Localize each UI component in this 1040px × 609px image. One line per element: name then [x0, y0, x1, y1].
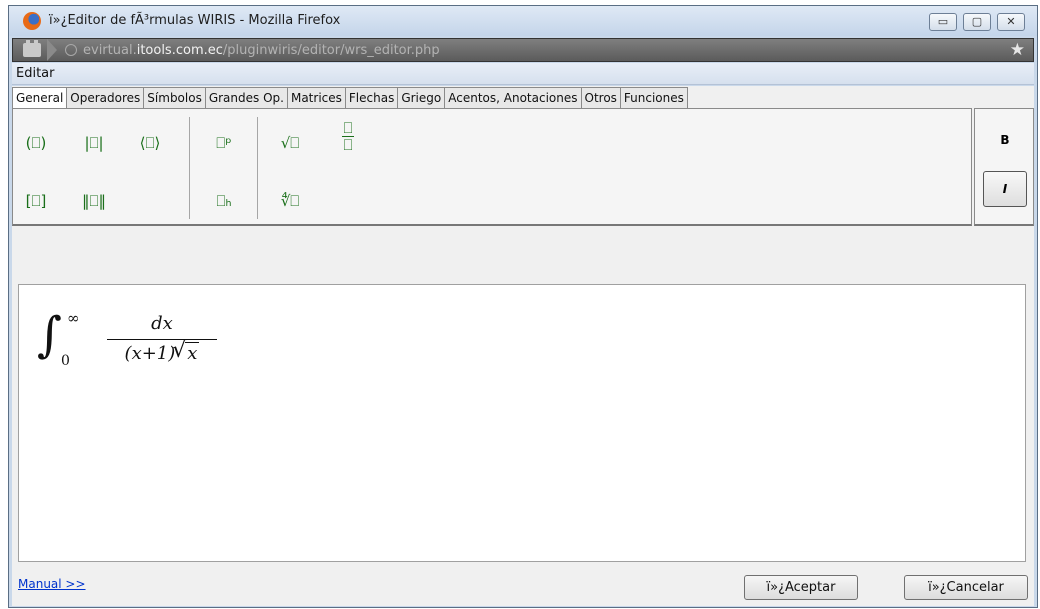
toolbar-separator	[257, 117, 258, 219]
tab-acentos[interactable]: Acentos, Anotaciones	[445, 87, 582, 109]
tab-matrices[interactable]: Matrices	[287, 87, 346, 109]
tab-general[interactable]: General	[12, 87, 68, 110]
integral-lower-limit: 0	[61, 353, 70, 369]
bookmark-star-icon[interactable]: ★	[1010, 40, 1025, 60]
manual-link[interactable]: Manual >>	[18, 577, 86, 591]
tab-otros[interactable]: Otros	[581, 87, 621, 109]
integral-upper-limit: ∞	[67, 309, 80, 327]
tab-operadores[interactable]: Operadores	[67, 87, 145, 109]
subscript-button[interactable]: ⎕ₕ	[207, 187, 241, 215]
square-root-button[interactable]: √⎕	[273, 129, 307, 157]
absolute-value-button[interactable]: |⎕|	[77, 129, 111, 157]
toolbar-general: (⎕) |⎕| ⟨⎕⟩ [⎕] ‖⎕‖ ⎕ᵖ ⎕ₕ √⎕ ∜⎕ ⎕ ⎕	[12, 108, 972, 226]
tab-grandes-op[interactable]: Grandes Op.	[205, 87, 288, 109]
integral-symbol: ∫	[37, 307, 63, 363]
tab-funciones[interactable]: Funciones	[620, 87, 688, 109]
denominator-sqrt: x	[172, 338, 200, 364]
minimize-button[interactable]: ▭	[929, 13, 957, 31]
tab-simbolos[interactable]: Símbolos	[144, 87, 206, 109]
url-prefix: evirtual.	[83, 43, 137, 58]
site-identity-arrow	[47, 39, 57, 61]
nth-root-button[interactable]: ∜⎕	[273, 187, 307, 215]
norm-button[interactable]: ‖⎕‖	[77, 187, 111, 215]
superscript-button[interactable]: ⎕ᵖ	[207, 129, 241, 157]
toolbar-separator	[189, 117, 190, 219]
url-domain: itools.com.ec	[136, 43, 223, 58]
italic-button[interactable]: I	[983, 171, 1027, 207]
menu-editar[interactable]: Editar	[16, 66, 55, 81]
fraction-numerator-box: ⎕	[343, 119, 353, 137]
fraction-denominator: (x+1) x	[107, 338, 217, 368]
parentheses-button[interactable]: (⎕)	[19, 129, 53, 157]
cancel-button[interactable]: ï»¿Cancelar	[904, 575, 1028, 600]
wiris-editor: General Operadores Símbolos Grandes Op. …	[12, 86, 1034, 606]
fraction-line	[107, 339, 217, 340]
bold-button[interactable]: B	[993, 129, 1017, 151]
close-button[interactable]: ✕	[997, 13, 1025, 31]
denominator-parenthesis: (x+1)	[124, 343, 176, 364]
globe-icon	[65, 44, 77, 56]
angle-brackets-button[interactable]: ⟨⎕⟩	[133, 129, 167, 157]
title-bar: ï»¿Editor de fÃ³rmulas WIRIS - Mozilla F…	[9, 6, 1037, 36]
accept-button[interactable]: ï»¿Aceptar	[744, 575, 858, 600]
window-title: ï»¿Editor de fÃ³rmulas WIRIS - Mozilla F…	[49, 13, 341, 28]
square-brackets-button[interactable]: [⎕]	[19, 187, 53, 215]
dialog-footer: Manual >> ï»¿Aceptar ï»¿Cancelar	[12, 568, 1034, 604]
tab-bar: General Operadores Símbolos Grandes Op. …	[12, 87, 688, 110]
tab-griego[interactable]: Griego	[398, 87, 446, 109]
menu-bar: Editar	[12, 63, 1034, 85]
firefox-logo-icon	[23, 12, 41, 30]
formula-editing-area[interactable]: ∫ ∞ 0 dx (x+1) x	[18, 284, 1026, 562]
fraction-button[interactable]: ⎕ ⎕	[331, 121, 365, 161]
page-icon	[23, 40, 41, 57]
browser-window: ï»¿Editor de fÃ³rmulas WIRIS - Mozilla F…	[8, 5, 1038, 608]
maximize-button[interactable]: ▢	[963, 13, 991, 31]
fraction-numerator: dx	[151, 313, 173, 334]
url-text[interactable]: evirtual.itools.com.ec/pluginwiris/edito…	[83, 43, 440, 58]
sqrt-radicand: x	[187, 343, 198, 364]
address-bar[interactable]: evirtual.itools.com.ec/pluginwiris/edito…	[12, 38, 1034, 62]
fraction: dx (x+1) x	[107, 313, 217, 368]
style-panel: B I	[974, 108, 1034, 226]
url-path: /pluginwiris/editor/wrs_editor.php	[222, 43, 440, 58]
fraction-denominator-box: ⎕	[343, 136, 353, 154]
tab-flechas[interactable]: Flechas	[345, 87, 399, 109]
